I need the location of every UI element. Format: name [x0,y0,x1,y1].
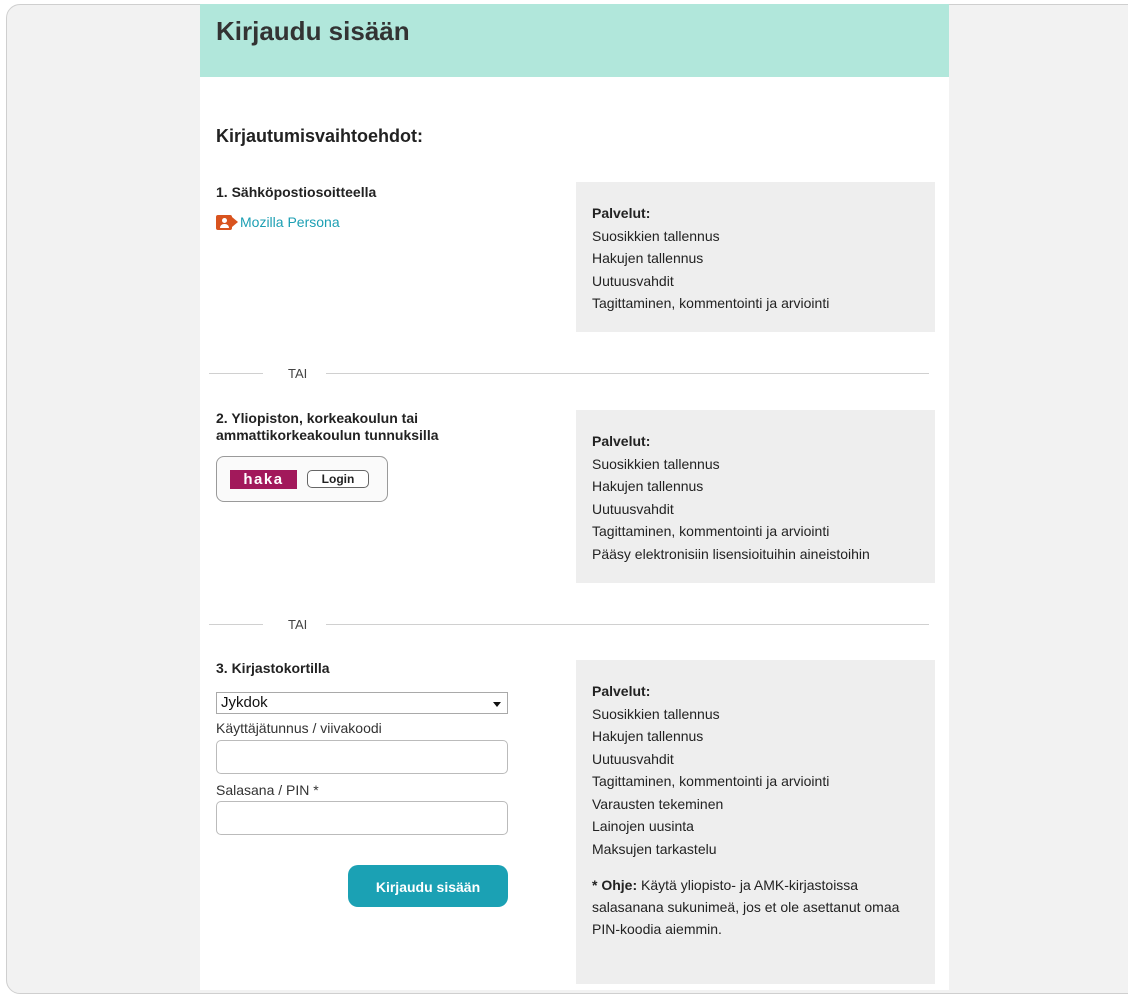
login-options-heading: Kirjautumisvaihtoehdot: [216,126,424,146]
library-select-value: Jykdok [221,694,268,711]
option3-title: 3. Kirjastokortilla [216,660,330,676]
haka-logo: haka [230,469,297,489]
service-item: Suosikkien tallennus [592,227,720,244]
login-panel: Kirjaudu sisään Kirjautumisvaihtoehdot: … [200,4,949,990]
service-item: Tagittaminen, kommentointi ja arviointi [592,523,830,539]
password-label: Salasana / PIN * [216,782,319,798]
service-item: Lainojen uusinta [592,818,694,834]
divider-or: TAI [209,364,929,384]
login-submit-button[interactable]: Kirjaudu sisään [348,865,508,907]
service-item: Uutuusvahdit [592,750,674,767]
chevron-down-icon [493,702,501,707]
help-text: Käytä yliopisto- ja AMK-kirjastoissa sal… [592,877,900,937]
service-item: Suosikkien tallennus [592,705,720,722]
service-item: Hakujen tallennus [592,728,704,744]
password-input[interactable] [216,801,508,835]
option2-title-line2: ammattikorkeakoulun tunnuksilla [216,427,439,443]
option3-services: Palvelut: Suosikkien tallennus Hakujen t… [576,660,935,984]
services-title: Palvelut: [592,683,651,699]
option2-title: 2. Yliopiston, korkeakoulun tai ammattik… [216,410,439,444]
service-item: Uutuusvahdit [592,500,674,517]
persona-icon [216,214,238,230]
service-item: Varausten tekeminen [592,795,724,812]
help-label: * Ohje: [592,877,638,893]
persona-link-label: Mozilla Persona [240,214,340,230]
mozilla-persona-link[interactable]: Mozilla Persona [216,214,340,230]
library-select[interactable]: Jykdok [216,692,508,714]
haka-login-button[interactable]: haka Login [216,456,388,502]
help-note: * Ohje: Käytä yliopisto- ja AMK-kirjasto… [592,874,935,940]
service-item: Pääsy elektronisiin lisensioituihin aine… [592,545,870,562]
services-title: Palvelut: [592,433,651,449]
services-title: Palvelut: [592,205,651,221]
option1-services: Palvelut: Suosikkien tallennus Hakujen t… [576,182,935,332]
divider-label: TAI [288,617,308,632]
option2-title-line1: 2. Yliopiston, korkeakoulun tai [216,410,419,426]
service-item: Maksujen tarkastelu [592,840,717,857]
username-label: Käyttäjätunnus / viivakoodi [216,720,382,736]
service-item: Hakujen tallennus [592,250,704,266]
option1-title: 1. Sähköpostiosoitteella [216,184,377,200]
page-header: Kirjaudu sisään [200,4,949,77]
service-item: Suosikkien tallennus [592,455,720,472]
username-input[interactable] [216,740,508,774]
service-item: Uutuusvahdit [592,272,674,289]
service-item: Hakujen tallennus [592,478,704,494]
page-title: Kirjaudu sisään [216,16,410,46]
option2-services: Palvelut: Suosikkien tallennus Hakujen t… [576,410,935,583]
service-item: Tagittaminen, kommentointi ja arviointi [592,295,830,311]
divider-label: TAI [288,366,308,381]
divider-or: TAI [209,615,929,635]
service-item: Tagittaminen, kommentointi ja arviointi [592,773,830,789]
haka-login-label: Login [307,470,369,488]
